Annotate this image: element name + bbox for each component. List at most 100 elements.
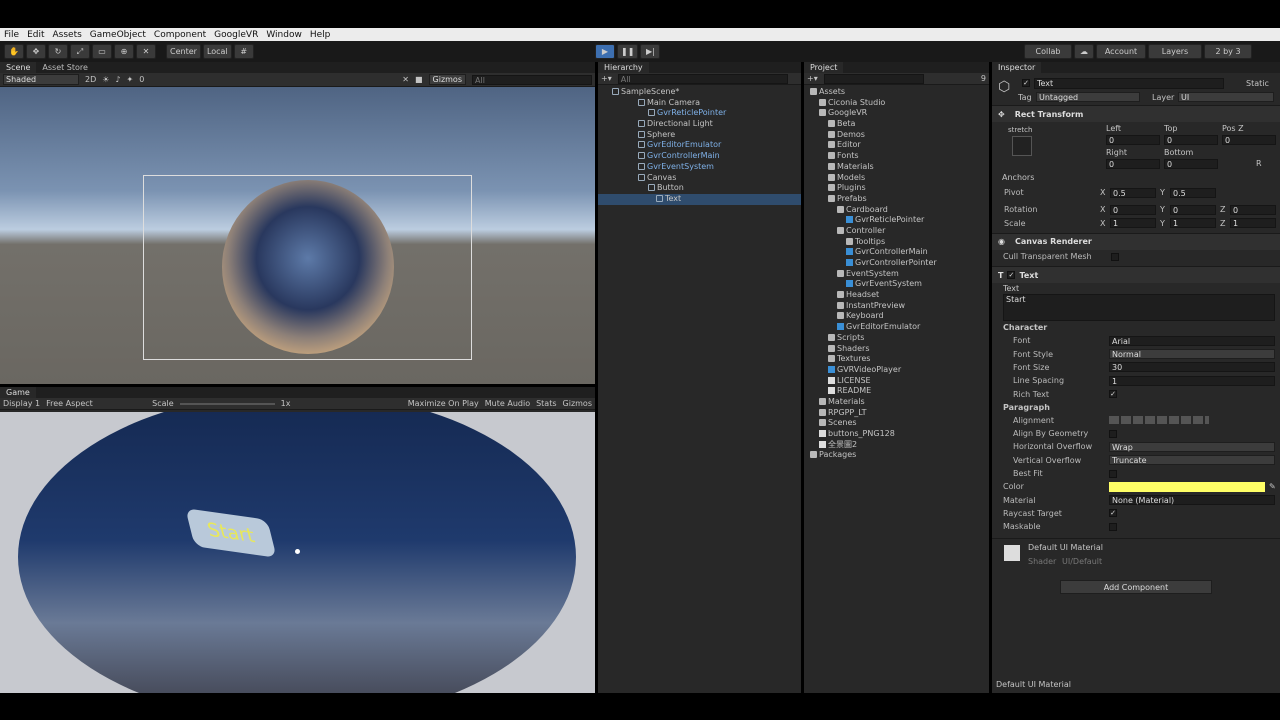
- pivot-local-button[interactable]: Local: [202, 44, 232, 59]
- scene-search-input[interactable]: All: [472, 74, 592, 85]
- pivot-x-field[interactable]: 0.5: [1110, 187, 1156, 198]
- raw-edit-button[interactable]: R: [1256, 159, 1262, 168]
- left-field[interactable]: 0: [1106, 135, 1160, 145]
- project-item[interactable]: Headset: [804, 290, 989, 301]
- hierarchy-item[interactable]: Canvas: [598, 173, 801, 184]
- project-item[interactable]: Beta: [804, 119, 989, 130]
- cull-checkbox[interactable]: [1111, 252, 1119, 261]
- best-fit-checkbox[interactable]: [1109, 469, 1117, 478]
- display-dropdown[interactable]: Display 1: [3, 399, 40, 408]
- project-item[interactable]: Prefabs: [804, 194, 989, 205]
- rotation-z-field[interactable]: 0: [1230, 204, 1276, 215]
- create-button[interactable]: +▾: [601, 74, 612, 83]
- canvas-renderer-header[interactable]: ◉ Canvas Renderer: [992, 232, 1280, 250]
- game-viewport[interactable]: Start: [0, 412, 595, 693]
- tag-dropdown[interactable]: Untagged: [1036, 92, 1140, 102]
- project-item[interactable]: Fonts: [804, 151, 989, 162]
- anchor-preset-button[interactable]: [1012, 136, 1032, 156]
- posz-field[interactable]: 0: [1222, 135, 1276, 145]
- project-item[interactable]: InstantPreview: [804, 301, 989, 312]
- project-item[interactable]: RPGPP_LT: [804, 408, 989, 419]
- mute-audio-toggle[interactable]: Mute Audio: [485, 399, 530, 408]
- right-field[interactable]: 0: [1106, 159, 1160, 169]
- hierarchy-item[interactable]: Sphere: [598, 130, 801, 141]
- project-item[interactable]: GvrControllerPointer: [804, 258, 989, 269]
- lighting-icon[interactable]: ☀: [102, 75, 109, 84]
- tab-asset-store[interactable]: Asset Store: [36, 62, 94, 73]
- menu-file[interactable]: File: [0, 30, 23, 40]
- rotation-x-field[interactable]: 0: [1110, 204, 1156, 215]
- project-item[interactable]: Plugins: [804, 183, 989, 194]
- line-spacing-field[interactable]: 1: [1109, 375, 1275, 386]
- font-style-dropdown[interactable]: Normal: [1109, 349, 1275, 360]
- scene-viewport[interactable]: [0, 87, 595, 384]
- project-item[interactable]: Shaders: [804, 344, 989, 355]
- stats-toggle[interactable]: Stats: [536, 399, 556, 408]
- project-item[interactable]: GVRVideoPlayer: [804, 365, 989, 376]
- sphere-object[interactable]: [222, 180, 394, 354]
- alignment-buttons[interactable]: [1109, 416, 1209, 425]
- cloud-icon[interactable]: ☁: [1074, 44, 1094, 59]
- hierarchy-search-input[interactable]: All: [617, 73, 788, 84]
- project-item[interactable]: README: [804, 386, 989, 397]
- project-create-button[interactable]: +▾: [807, 74, 818, 83]
- project-item[interactable]: Scripts: [804, 333, 989, 344]
- menu-window[interactable]: Window: [262, 30, 306, 40]
- rotation-y-field[interactable]: 0: [1170, 204, 1216, 215]
- material-field[interactable]: None (Material): [1109, 495, 1275, 506]
- audio-icon[interactable]: ♪: [115, 75, 120, 84]
- hierarchy-item[interactable]: GvrReticlePointer: [598, 108, 801, 119]
- tab-game[interactable]: Game: [0, 387, 36, 398]
- maskable-checkbox[interactable]: [1109, 522, 1117, 531]
- hierarchy-item[interactable]: Directional Light: [598, 119, 801, 130]
- hand-tool-icon[interactable]: ✋: [4, 44, 24, 59]
- layout-dropdown[interactable]: 2 by 3: [1204, 44, 1252, 59]
- hierarchy-item[interactable]: GvrEventSystem: [598, 162, 801, 173]
- tab-scene[interactable]: Scene: [0, 62, 37, 73]
- layer-dropdown[interactable]: UI: [1178, 92, 1274, 102]
- hidden-objects-count[interactable]: 0: [139, 75, 144, 84]
- bottom-field[interactable]: 0: [1164, 159, 1218, 169]
- project-item[interactable]: buttons_PNG128: [804, 429, 989, 440]
- project-item[interactable]: GvrReticlePointer: [804, 215, 989, 226]
- tab-inspector[interactable]: Inspector: [992, 62, 1042, 73]
- account-dropdown[interactable]: Account: [1096, 44, 1146, 59]
- maximize-on-play-toggle[interactable]: Maximize On Play: [408, 399, 479, 408]
- project-item[interactable]: Keyboard: [804, 311, 989, 322]
- menu-edit[interactable]: Edit: [23, 30, 48, 40]
- hierarchy-item[interactable]: GvrEditorEmulator: [598, 140, 801, 151]
- project-item[interactable]: Packages: [804, 450, 989, 461]
- menu-component[interactable]: Component: [150, 30, 210, 40]
- scale-slider[interactable]: [179, 402, 275, 405]
- effects-icon[interactable]: ✦: [127, 75, 134, 84]
- play-button[interactable]: ▶: [595, 44, 615, 59]
- project-item[interactable]: Editor: [804, 140, 989, 151]
- project-item[interactable]: GoogleVR: [804, 108, 989, 119]
- project-item[interactable]: GvrControllerMain: [804, 247, 989, 258]
- active-checkbox[interactable]: ✓: [1022, 79, 1030, 87]
- grid-snap-icon[interactable]: #: [233, 44, 254, 59]
- collab-button[interactable]: Collab: [1024, 44, 1072, 59]
- scale-tool-icon[interactable]: ⤢: [70, 44, 90, 59]
- project-item[interactable]: Tooltips: [804, 237, 989, 248]
- project-item[interactable]: Cardboard: [804, 205, 989, 216]
- align-geometry-checkbox[interactable]: [1109, 429, 1117, 438]
- hierarchy-item-selected[interactable]: Text: [598, 193, 801, 205]
- menu-assets[interactable]: Assets: [49, 30, 86, 40]
- scale-z-field[interactable]: 1: [1230, 218, 1276, 229]
- hierarchy-item[interactable]: SampleScene*: [598, 87, 801, 98]
- object-name-field[interactable]: Text: [1034, 78, 1224, 89]
- tab-hierarchy[interactable]: Hierarchy: [598, 62, 649, 73]
- project-item[interactable]: EventSystem: [804, 269, 989, 280]
- project-item[interactable]: GvrEditorEmulator: [804, 322, 989, 333]
- font-size-field[interactable]: 30: [1109, 362, 1275, 373]
- project-item[interactable]: Ciconia Studio: [804, 98, 989, 109]
- project-search-input[interactable]: [823, 73, 924, 84]
- camera-icon[interactable]: ■: [415, 75, 423, 84]
- hidden-packages-count[interactable]: 9: [981, 74, 986, 83]
- move-tool-icon[interactable]: ✥: [26, 44, 46, 59]
- transform-tool-icon[interactable]: ⊕: [114, 44, 134, 59]
- project-item[interactable]: GvrEventSystem: [804, 279, 989, 290]
- custom-tool-icon[interactable]: ✕: [136, 44, 156, 59]
- project-item[interactable]: 全景圖2: [804, 440, 989, 451]
